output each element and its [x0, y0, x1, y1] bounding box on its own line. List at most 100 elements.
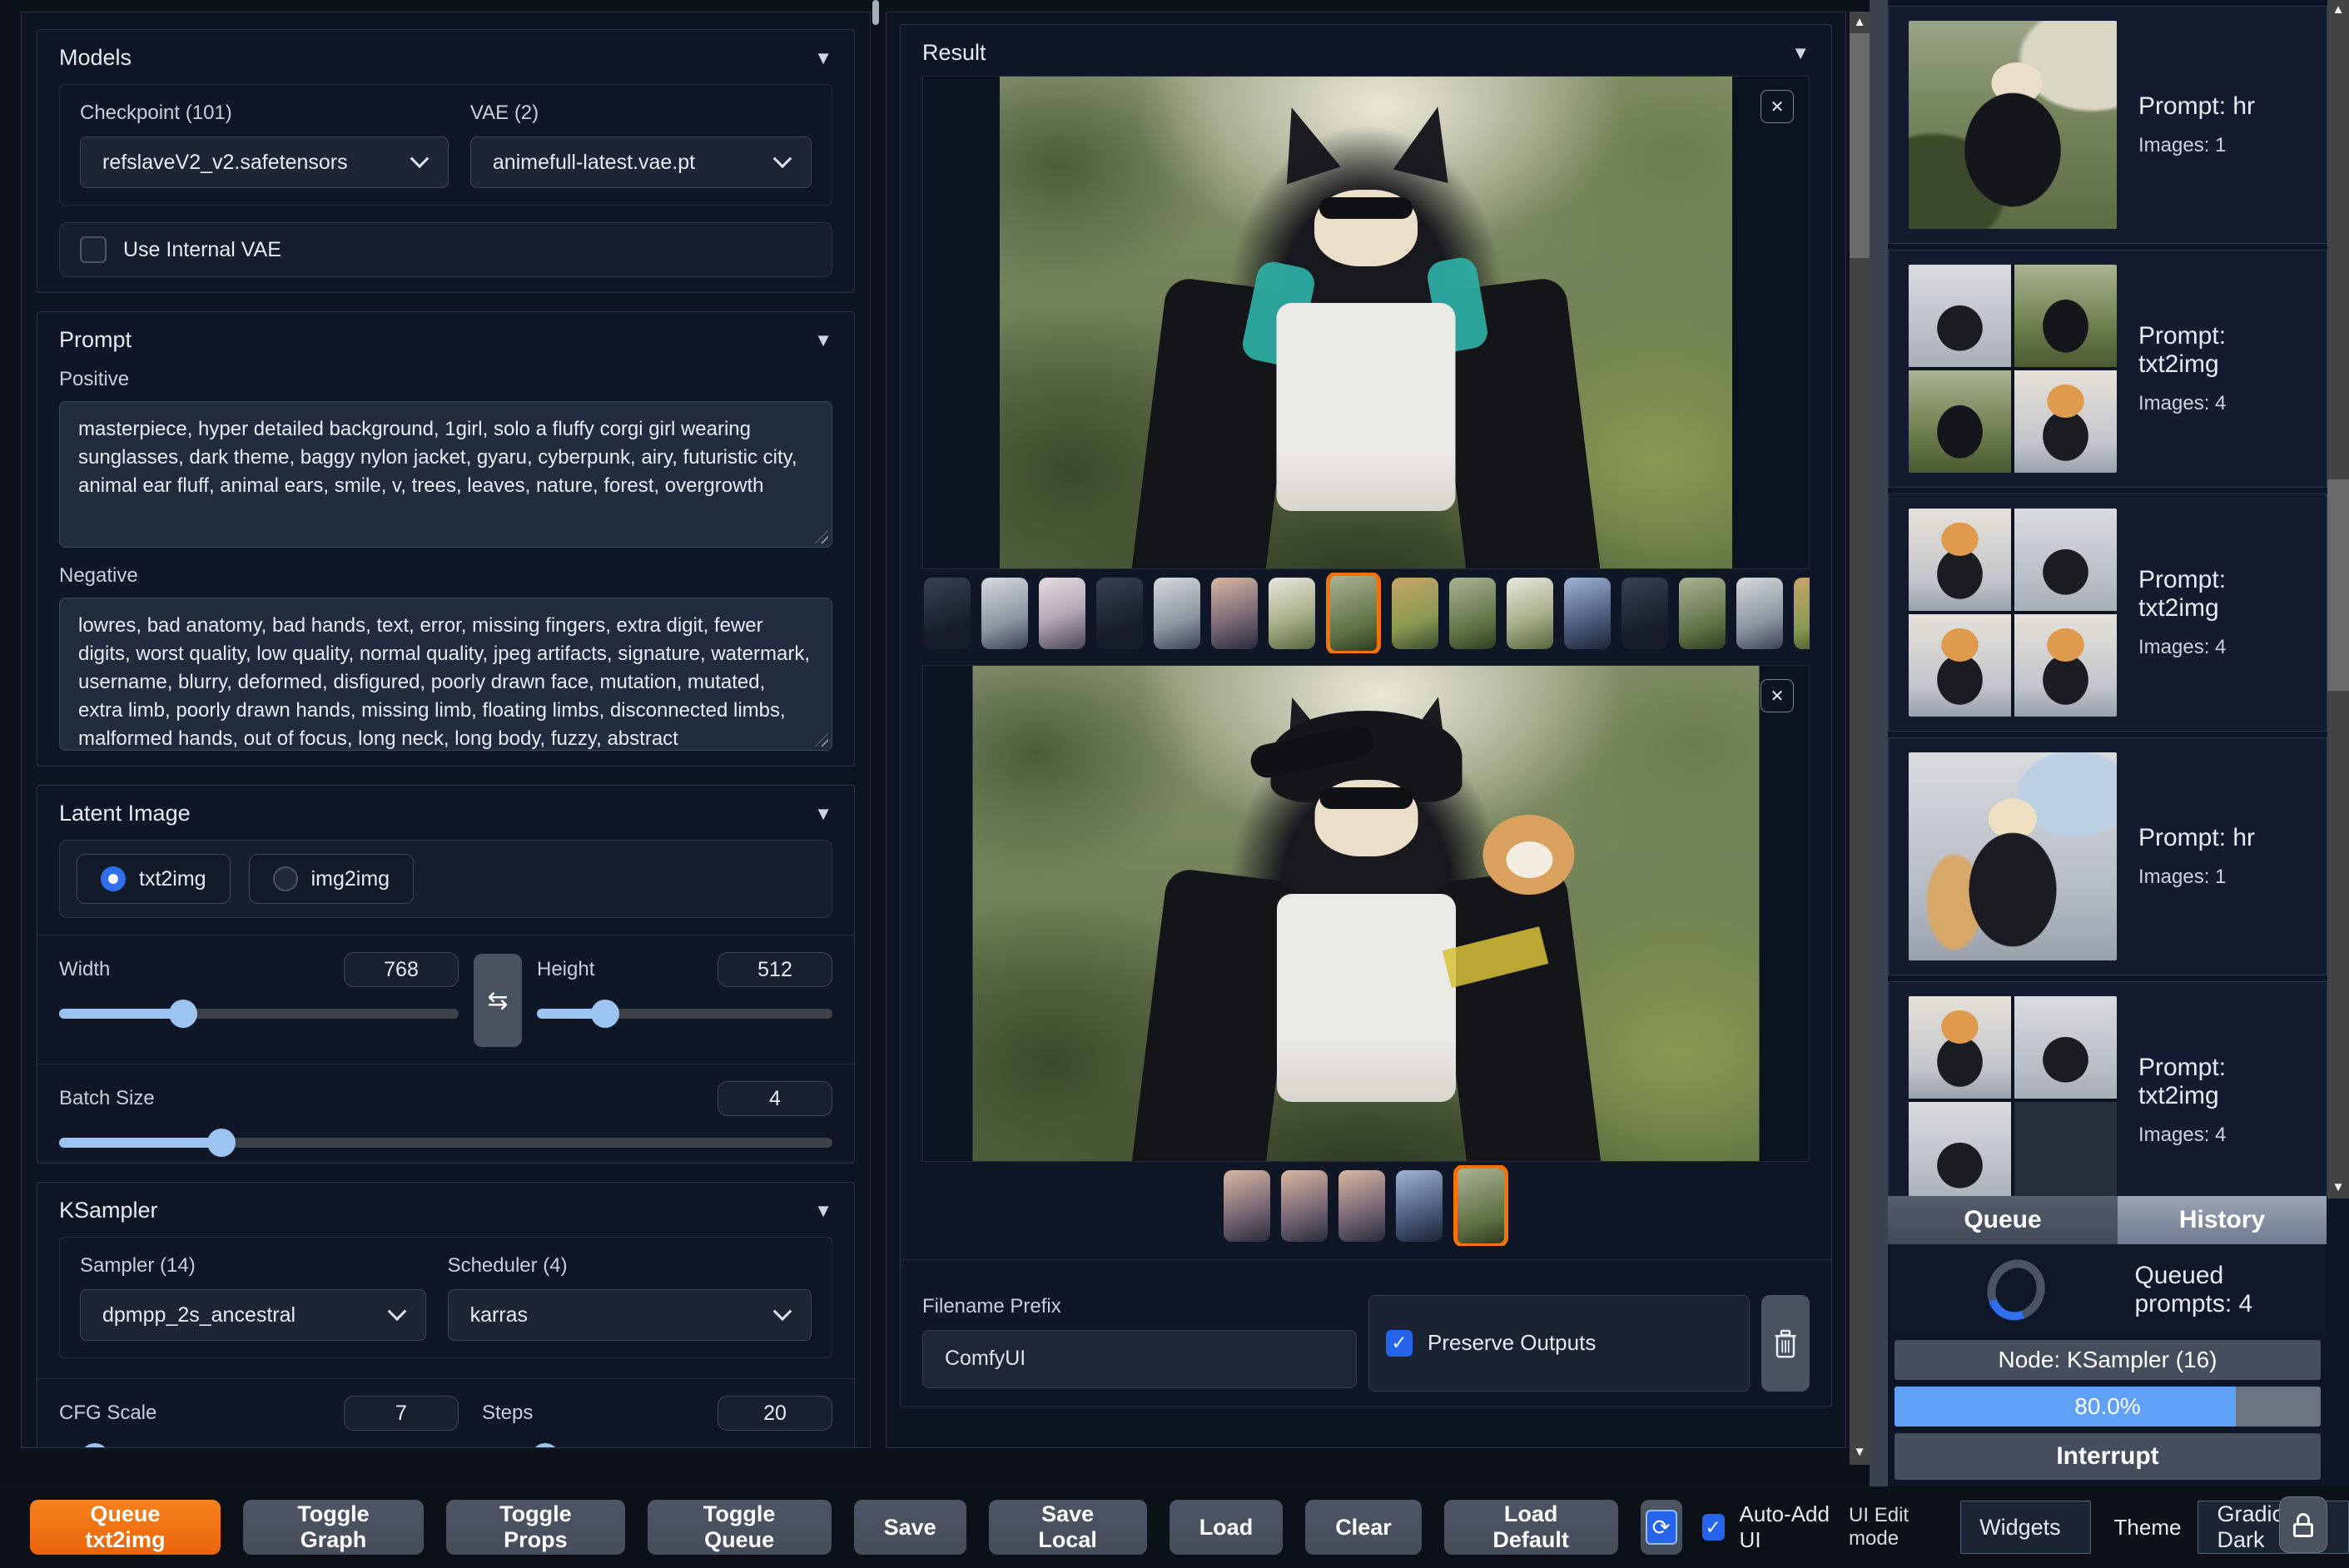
load-button[interactable]: Load: [1169, 1500, 1284, 1555]
history-item-title: Prompt: hr: [2138, 824, 2256, 851]
history-item-subtitle: Images: 4: [2138, 636, 2227, 658]
gallery-thumbnail[interactable]: [1736, 577, 1783, 649]
gallery-thumbnail[interactable]: [1096, 577, 1143, 649]
ksampler-section: KSampler ▼ Sampler (14) dpmpp_2s_ancestr…: [37, 1182, 855, 1447]
history-item[interactable]: Prompt: txt2img Images: 4: [1888, 981, 2327, 1196]
toggle-queue-button[interactable]: Toggle Queue: [647, 1500, 832, 1555]
vae-select[interactable]: animefull-latest.vae.pt: [469, 136, 812, 188]
gallery-thumbnail[interactable]: [1449, 577, 1496, 649]
history-item[interactable]: Prompt: txt2img Images: 4: [1888, 494, 2327, 732]
history-scrollbar[interactable]: ▲ ▼: [2327, 0, 2349, 1198]
refresh-button[interactable]: ⟳: [1640, 1500, 1682, 1555]
widgets-select[interactable]: Widgets: [1960, 1501, 2091, 1554]
history-thumbnail-grid: [1909, 996, 2117, 1196]
result-gallery-top: ✕: [922, 76, 1810, 570]
save-local-button[interactable]: Save Local: [988, 1500, 1147, 1555]
lock-button[interactable]: [2279, 1496, 2327, 1553]
gallery-thumbnail[interactable]: [1224, 1169, 1270, 1242]
height-slider[interactable]: [537, 1000, 832, 1028]
left-panel-scrollbar-thumb[interactable]: [872, 0, 879, 25]
delete-outputs-button[interactable]: [1761, 1294, 1810, 1392]
gallery-thumbnail[interactable]: [1679, 577, 1726, 649]
gallery-thumbnail[interactable]: [981, 577, 1028, 649]
collapse-icon[interactable]: ▼: [1791, 42, 1810, 64]
tab-queue[interactable]: Queue: [1888, 1196, 2118, 1244]
load-default-button[interactable]: Load Default: [1443, 1500, 1618, 1555]
gallery-thumbnail[interactable]: [1039, 577, 1085, 649]
chevron-down-icon: [387, 1302, 406, 1322]
prompt-section: Prompt ▼ Positive masterpiece, hyper det…: [37, 311, 855, 767]
scrollbar-thumb[interactable]: [1850, 33, 1870, 258]
gallery-thumbnail[interactable]: [1621, 577, 1668, 649]
gallery-thumbnail[interactable]: [924, 577, 971, 649]
scroll-down-icon[interactable]: ▼: [1850, 1445, 1870, 1460]
gallery-thumbnail[interactable]: [1211, 577, 1258, 649]
collapse-icon[interactable]: ▼: [814, 47, 832, 69]
scrollbar-thumb[interactable]: [2327, 479, 2349, 691]
history-item[interactable]: Prompt: txt2img Images: 4: [1888, 250, 2327, 488]
trash-icon: [1775, 1329, 1796, 1358]
width-value[interactable]: 768: [344, 952, 459, 987]
cfg-scale-value[interactable]: 7: [344, 1396, 459, 1431]
img2img-radio[interactable]: img2img: [248, 854, 415, 904]
close-icon: ✕: [1770, 97, 1785, 117]
tab-history[interactable]: History: [2118, 1196, 2327, 1244]
history-list: Prompt: hr Images: 1 Prompt: txt2img Ima…: [1888, 0, 2327, 1196]
toggle-props-button[interactable]: Toggle Props: [446, 1500, 625, 1555]
interrupt-button[interactable]: Interrupt: [1895, 1433, 2321, 1480]
gallery-thumbnail[interactable]: [1507, 577, 1553, 649]
negative-prompt-input[interactable]: lowres, bad anatomy, bad hands, text, er…: [59, 598, 832, 751]
sampler-select[interactable]: dpmpp_2s_ancestral: [80, 1289, 426, 1341]
result-image-top[interactable]: [1000, 77, 1732, 569]
gallery-thumbnail[interactable]: [1564, 577, 1611, 649]
gallery-thumbnail[interactable]: [1794, 577, 1810, 649]
swap-dimensions-button[interactable]: ⇆: [474, 954, 522, 1047]
bottom-toolbar: Queue txt2img Toggle Graph Toggle Props …: [0, 1486, 2349, 1568]
result-scrollbar[interactable]: ▲ ▼: [1850, 12, 1870, 1465]
history-item[interactable]: Prompt: hr Images: 1: [1888, 737, 2327, 975]
scheduler-select[interactable]: karras: [447, 1289, 812, 1341]
gallery-thumbnail[interactable]: [1269, 577, 1315, 649]
txt2img-radio[interactable]: txt2img: [77, 854, 231, 904]
prompt-title: Prompt: [59, 327, 132, 352]
batch-size-slider[interactable]: [59, 1129, 832, 1157]
progress-percentage: 80.0%: [2074, 1393, 2141, 1419]
collapse-icon[interactable]: ▼: [814, 803, 832, 825]
toggle-graph-button[interactable]: Toggle Graph: [242, 1500, 425, 1555]
auto-add-ui-checkbox[interactable]: ✓: [1701, 1514, 1725, 1541]
clear-button[interactable]: Clear: [1305, 1500, 1422, 1555]
collapse-icon[interactable]: ▼: [814, 330, 832, 351]
scroll-up-icon[interactable]: ▲: [1850, 15, 1870, 30]
checkpoint-select[interactable]: refslaveV2_v2.safetensors: [80, 136, 449, 188]
preserve-outputs-label: Preserve Outputs: [1428, 1330, 1597, 1356]
gallery-thumbnail[interactable]: [1392, 577, 1438, 649]
positive-prompt-input[interactable]: masterpiece, hyper detailed background, …: [59, 401, 832, 548]
scroll-up-icon[interactable]: ▲: [2327, 2, 2349, 17]
close-button[interactable]: ✕: [1761, 90, 1794, 123]
models-title: Models: [59, 45, 132, 70]
preserve-outputs-checkbox[interactable]: ✓: [1386, 1329, 1413, 1357]
gallery-thumbnail[interactable]: [1338, 1169, 1385, 1242]
preserve-outputs-row: ✓ Preserve Outputs: [1368, 1294, 1750, 1392]
width-slider[interactable]: [59, 1000, 459, 1028]
close-button[interactable]: ✕: [1761, 679, 1794, 713]
scroll-down-icon[interactable]: ▼: [2327, 1180, 2349, 1195]
queue-txt2img-button[interactable]: Queue txt2img: [30, 1500, 221, 1555]
history-item-subtitle: Images: 4: [2138, 392, 2227, 414]
gallery-thumbnail[interactable]: [1396, 1169, 1443, 1242]
filename-prefix-input[interactable]: ComfyUI: [922, 1329, 1357, 1388]
gallery-thumbnail[interactable]: [1154, 577, 1200, 649]
use-internal-vae-checkbox[interactable]: [80, 236, 107, 263]
save-button[interactable]: Save: [853, 1500, 966, 1555]
batch-size-value[interactable]: 4: [718, 1081, 832, 1116]
gallery-thumbnail-selected[interactable]: [1453, 1165, 1508, 1246]
collapse-icon[interactable]: ▼: [814, 1200, 832, 1222]
gallery-thumbnail[interactable]: [1281, 1169, 1328, 1242]
history-item[interactable]: Prompt: hr Images: 1: [1888, 6, 2327, 244]
auto-add-ui-row: ✓ Auto-Add UI: [1701, 1501, 1835, 1553]
height-value[interactable]: 512: [718, 952, 832, 987]
gallery-thumbnail-selected[interactable]: [1326, 573, 1381, 654]
result-image-bottom[interactable]: [972, 666, 1760, 1162]
steps-value[interactable]: 20: [718, 1396, 832, 1431]
history-item-title: Prompt: txt2img: [2138, 322, 2227, 378]
